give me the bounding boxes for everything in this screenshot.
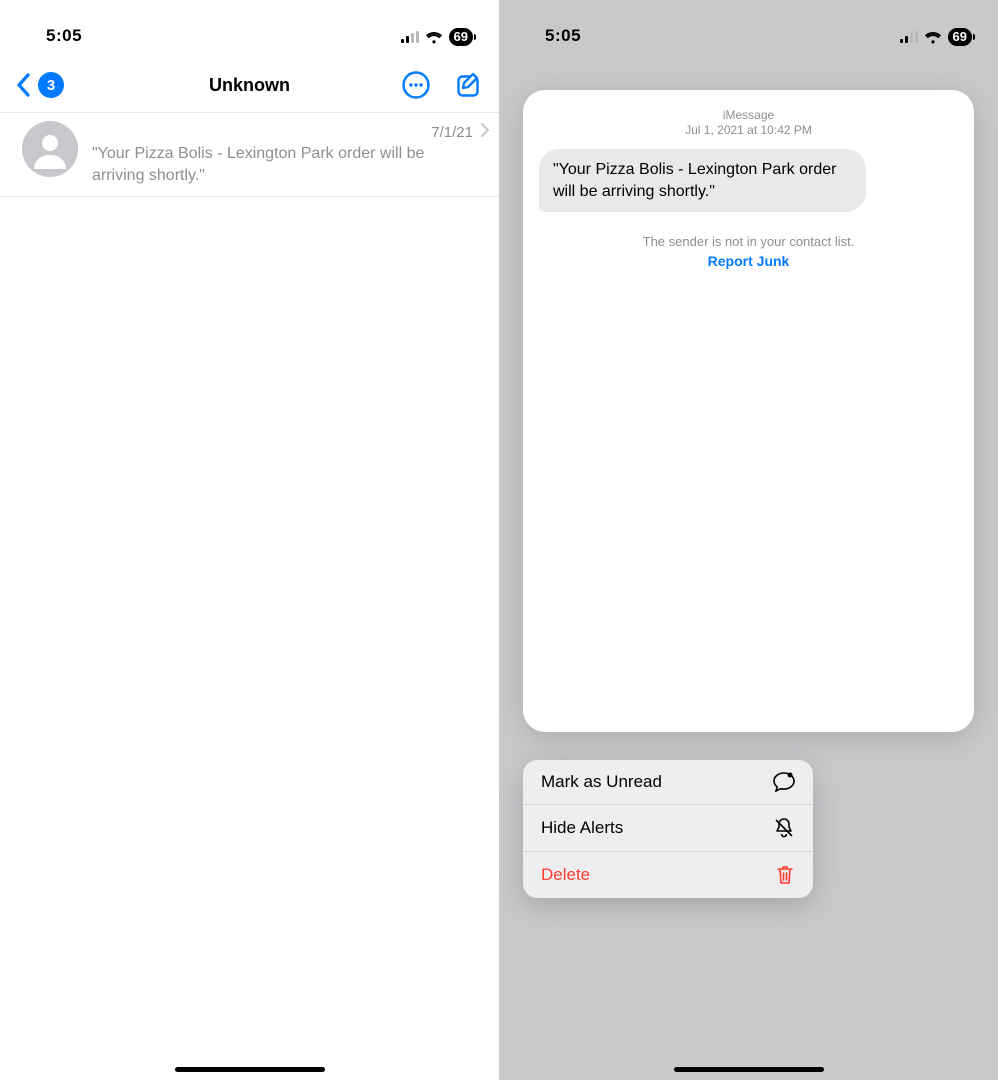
compose-button[interactable] <box>455 71 483 99</box>
chevron-right-icon <box>481 123 489 141</box>
menu-delete[interactable]: Delete <box>523 852 813 898</box>
more-button[interactable] <box>401 70 431 100</box>
report-junk-link[interactable]: Report Junk <box>539 253 958 269</box>
menu-mark-unread[interactable]: Mark as Unread <box>523 760 813 805</box>
menu-label: Delete <box>541 865 590 885</box>
bell-slash-icon <box>773 817 795 839</box>
status-bar: 5:05 69 <box>0 0 499 48</box>
status-bar: 5:05 69 <box>499 0 998 48</box>
row-preview: "Your Pizza Bolis - Lexington Park order… <box>92 141 489 186</box>
home-indicator[interactable] <box>175 1067 325 1072</box>
status-right: 69 <box>900 28 972 46</box>
sender-notice: The sender is not in your contact list. <box>539 234 958 249</box>
status-time: 5:05 <box>46 26 82 46</box>
unread-badge: 3 <box>38 72 64 98</box>
conversation-row[interactable]: 7/1/21 "Your Pizza Bolis - Lexington Par… <box>0 113 499 197</box>
battery-icon: 69 <box>948 28 972 46</box>
nav-bar: 3 Unknown <box>0 58 499 112</box>
battery-icon: 69 <box>449 28 473 46</box>
row-date: 7/1/21 <box>431 124 473 141</box>
home-indicator[interactable] <box>674 1067 824 1072</box>
wifi-icon <box>425 31 443 44</box>
menu-hide-alerts[interactable]: Hide Alerts <box>523 805 813 852</box>
service-label: iMessage <box>539 108 958 122</box>
message-timestamp: Jul 1, 2021 at 10:42 PM <box>539 123 958 137</box>
trash-icon <box>775 864 795 886</box>
context-menu-screen: 5:05 69 iMessage Jul 1, 2021 at 10:42 PM… <box>499 0 998 1080</box>
menu-label: Hide Alerts <box>541 818 623 838</box>
status-right: 69 <box>401 28 473 46</box>
cellular-signal-icon <box>401 31 419 43</box>
chat-bubble-icon <box>773 772 795 792</box>
cellular-signal-icon <box>900 31 918 43</box>
menu-label: Mark as Unread <box>541 772 662 792</box>
messages-list-screen: 5:05 69 3 Unknown <box>0 0 499 1080</box>
back-button[interactable] <box>16 73 30 97</box>
context-menu: Mark as Unread Hide Alerts Delete <box>523 760 813 898</box>
wifi-icon <box>924 31 942 44</box>
message-bubble: "Your Pizza Bolis - Lexington Park order… <box>539 149 866 212</box>
conversation-preview-card[interactable]: iMessage Jul 1, 2021 at 10:42 PM "Your P… <box>523 90 974 732</box>
row-body: 7/1/21 "Your Pizza Bolis - Lexington Par… <box>78 121 489 186</box>
status-time: 5:05 <box>545 26 581 46</box>
avatar <box>22 121 78 177</box>
